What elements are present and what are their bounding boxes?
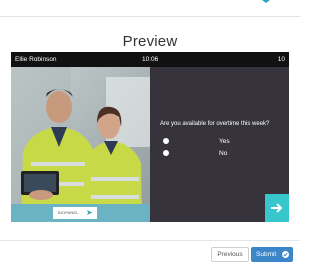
preview-frame: Ellie Robinson 10:06 10 BIOPANEL ➤ Are y… bbox=[11, 52, 289, 222]
radio-yes[interactable] bbox=[163, 138, 169, 144]
workers-photo bbox=[11, 67, 150, 222]
status-bar: Ellie Robinson 10:06 10 bbox=[11, 52, 289, 67]
logo-strip: BIOPANEL ➤ bbox=[11, 204, 150, 222]
clock-time: 10:06 bbox=[142, 56, 159, 63]
page-title: Preview bbox=[122, 33, 178, 50]
submit-label: Submit bbox=[256, 251, 277, 258]
radio-no[interactable] bbox=[163, 150, 169, 156]
previous-button[interactable]: Previous bbox=[211, 247, 249, 262]
logo-mark-icon: ➤ bbox=[86, 208, 93, 217]
question-text: Are you available for overtime this week… bbox=[160, 121, 270, 127]
check-circle-icon bbox=[282, 251, 289, 258]
option-yes-label: Yes bbox=[219, 138, 230, 145]
arrow-right-icon bbox=[271, 203, 283, 213]
next-button[interactable] bbox=[265, 194, 289, 222]
option-yes[interactable]: Yes bbox=[163, 138, 273, 146]
company-logo: BIOPANEL ➤ bbox=[53, 207, 97, 219]
option-no-label: No bbox=[219, 150, 228, 157]
question-count: 10 bbox=[277, 56, 285, 63]
option-no[interactable]: No bbox=[163, 150, 273, 158]
hero-photo: BIOPANEL ➤ bbox=[11, 67, 150, 222]
submit-button[interactable]: Submit bbox=[251, 247, 293, 262]
top-indicator bbox=[262, 0, 270, 3]
question-panel: Are you available for overtime this week… bbox=[150, 67, 289, 222]
logo-text: BIOPANEL bbox=[58, 210, 79, 215]
footer-divider bbox=[0, 240, 300, 241]
top-divider bbox=[0, 16, 300, 17]
user-name: Ellie Robinson bbox=[15, 56, 57, 63]
